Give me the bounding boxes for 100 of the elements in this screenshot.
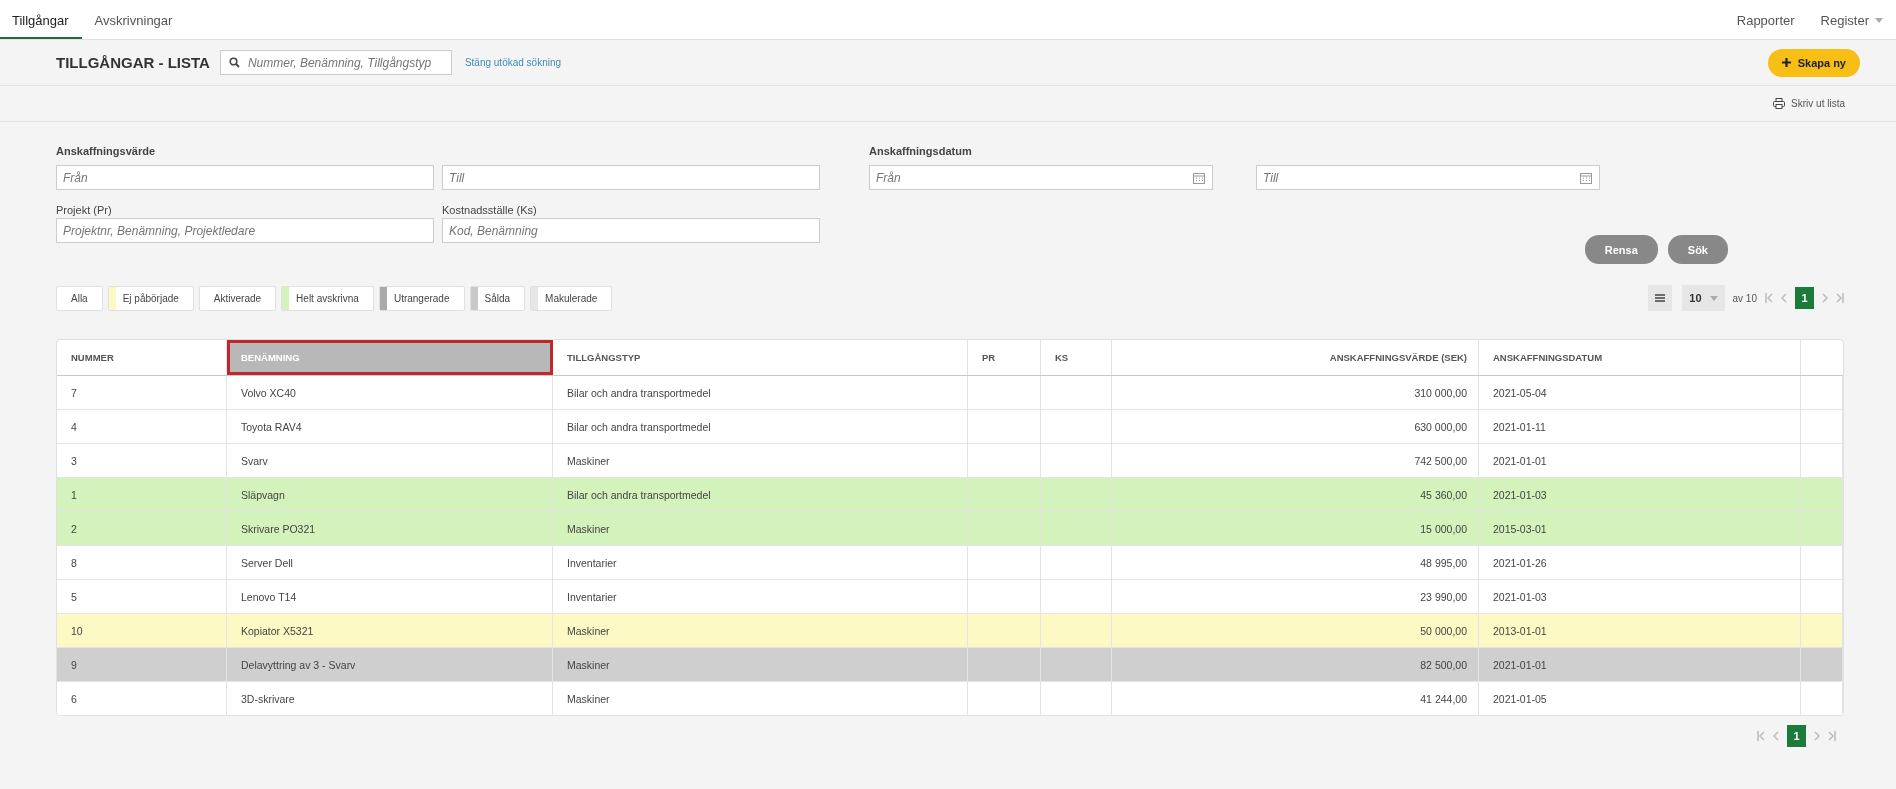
table-cell: 15 000,00: [1420, 522, 1467, 535]
status-row[interactable]: 9 Delavyttring av 3 - Svarv Maskiner 82 500,00 2021-01-01: [57, 648, 1843, 682]
table-cell: Server Dell: [241, 556, 293, 569]
page-total: av 10: [1732, 292, 1757, 304]
column-header[interactable]: TILLGÅNGSTYP: [553, 340, 968, 375]
first-page-icon[interactable]: [1757, 731, 1765, 741]
table-cell: Skrivare PO321: [241, 522, 316, 535]
table-cell: Bilar och andra transportmedel: [567, 386, 711, 399]
next-page-icon[interactable]: [1814, 731, 1820, 741]
date-field[interactable]: Från: [869, 165, 1213, 190]
table-cell: 7: [71, 386, 77, 399]
table-cell: 10: [71, 624, 83, 637]
table-cell: 2021-01-01: [1493, 658, 1547, 671]
status-row[interactable]: 10 Kopiator X5321 Maskiner 50 000,00 2013-01-01: [57, 614, 1843, 648]
status-filter-chip[interactable]: Utrangerade: [378, 285, 465, 311]
table-cell: 310 000,00: [1414, 386, 1467, 399]
nav-tab[interactable]: Tillgångar: [0, 0, 82, 39]
table-cell: 2021-01-03: [1493, 488, 1547, 501]
status-filter-chip[interactable]: Makulerade: [530, 285, 613, 311]
printer-icon: [1773, 98, 1786, 109]
filter-button[interactable]: Sök: [1667, 235, 1728, 264]
search-field[interactable]: Nummer, Benämning, Tillgångstyp: [219, 50, 452, 75]
table-cell: 2021-01-26: [1493, 556, 1547, 569]
status-filter-chip[interactable]: Sålda: [469, 285, 526, 311]
field-label: Kostnadsställe (Ks): [442, 204, 538, 216]
input-field[interactable]: Kod, Benämning: [442, 218, 820, 243]
input-field[interactable]: Från: [56, 165, 434, 190]
print-link[interactable]: Skriv ut lista: [1773, 98, 1845, 109]
table-cell: 41 244,00: [1420, 692, 1467, 705]
toggle-search-link[interactable]: Stäng utökad sökning: [464, 57, 562, 68]
table-cell: 3D-skrivare: [241, 692, 295, 705]
search-icon: [228, 57, 240, 68]
table-cell: Delavyttring av 3 - Svarv: [241, 658, 356, 671]
page-button[interactable]: 1: [1795, 287, 1814, 309]
status-filter-chip[interactable]: Aktiverade: [198, 285, 277, 311]
column-header[interactable]: ANSKAFFNINGSDATUM: [1479, 340, 1801, 375]
column-header[interactable]: PR: [968, 340, 1041, 375]
field-label: Anskaffningsvärde: [56, 145, 157, 157]
table-cell: 2015-03-01: [1493, 522, 1547, 535]
table-cell: 2021-01-05: [1493, 692, 1547, 705]
next-page-icon[interactable]: [1822, 293, 1828, 303]
table-cell: Inventarier: [567, 556, 617, 569]
last-page-icon[interactable]: [1836, 293, 1844, 303]
caret-icon: [1709, 295, 1718, 301]
page-button[interactable]: 1: [1787, 725, 1806, 747]
table-cell: 630 000,00: [1414, 420, 1467, 433]
table-cell: 2013-01-01: [1493, 624, 1547, 637]
column-header[interactable]: KS: [1041, 340, 1112, 375]
table-cell: 1: [71, 488, 77, 501]
status-filter-chip[interactable]: Alla: [56, 285, 103, 311]
calendar-icon[interactable]: [1193, 172, 1205, 184]
table-cell: 4: [71, 420, 77, 433]
table-cell: 2021-01-01: [1493, 454, 1547, 467]
table-cell: Maskiner: [567, 692, 610, 705]
first-page-icon[interactable]: [1765, 293, 1773, 303]
input-field[interactable]: Projektnr, Benämning, Projektledare: [56, 218, 434, 243]
nav-menu-link[interactable]: Register: [1807, 0, 1896, 39]
table-cell: 50 000,00: [1420, 624, 1467, 637]
page-title: TILLGÅNGAR - LISTA: [56, 54, 210, 71]
table-cell: Maskiner: [567, 658, 610, 671]
table-cell: Maskiner: [567, 454, 610, 467]
table-cell: Maskiner: [567, 522, 610, 535]
table-cell: Inventarier: [567, 590, 617, 603]
table-cell: Bilar och andra transportmedel: [567, 420, 711, 433]
nav-menu-link[interactable]: Rapporter: [1723, 0, 1808, 39]
plus-icon: [1781, 58, 1791, 67]
column-header[interactable]: ANSKAFFNINGSVÄRDE (SEK): [1112, 340, 1479, 375]
table-cell: 2021-01-03: [1493, 590, 1547, 603]
table-cell: 5: [71, 590, 77, 603]
table-cell: Toyota RAV4: [241, 420, 302, 433]
field-label: Projekt (Pr): [56, 204, 113, 216]
status-filter-chip[interactable]: Helt avskrivna: [281, 285, 374, 311]
list-view-button[interactable]: [1648, 285, 1673, 311]
previous-page-icon[interactable]: [1773, 731, 1779, 741]
page-size-dropdown[interactable]: 10: [1682, 285, 1725, 311]
table-cell: 9: [71, 658, 77, 671]
last-page-icon[interactable]: [1828, 731, 1836, 741]
filter-button[interactable]: Rensa: [1584, 235, 1658, 264]
table-cell: 8: [71, 556, 77, 569]
table-cell: 45 360,00: [1420, 488, 1467, 501]
table-cell: 23 990,00: [1420, 590, 1467, 603]
nav-tab[interactable]: Avskrivningar: [81, 0, 186, 39]
table-cell: Lenovo T14: [241, 590, 297, 603]
status-row[interactable]: 2 Skrivare PO321 Maskiner 15 000,00 2015-03-01: [57, 512, 1843, 546]
menu-icon: [1655, 294, 1666, 302]
calendar-icon[interactable]: [1580, 172, 1592, 184]
status-row[interactable]: 1 Släpvagn Bilar och andra transportmedel 45 360,00 2021-01-03: [57, 478, 1843, 512]
previous-page-icon[interactable]: [1781, 293, 1787, 303]
table-cell: 6: [71, 692, 77, 705]
field-label: Anskaffningsdatum: [869, 145, 973, 157]
status-filter-chip[interactable]: Ej påbörjade: [107, 285, 194, 311]
table-cell: Maskiner: [567, 624, 610, 637]
input-field[interactable]: Till: [442, 165, 820, 190]
date-field[interactable]: Till: [1256, 165, 1600, 190]
table-cell: 742 500,00: [1414, 454, 1467, 467]
table-cell: 48 995,00: [1420, 556, 1467, 569]
table-cell: Släpvagn: [241, 488, 285, 501]
table-cell: Svarv: [241, 454, 268, 467]
table-cell: Bilar och andra transportmedel: [567, 488, 711, 501]
create-button[interactable]: Skapa ny: [1767, 48, 1860, 77]
